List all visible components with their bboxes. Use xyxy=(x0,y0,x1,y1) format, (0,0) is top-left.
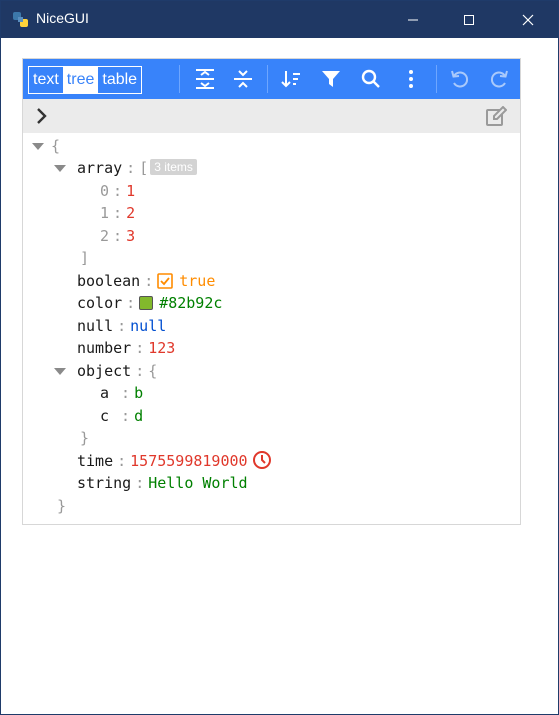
sort-button[interactable] xyxy=(279,67,303,91)
tree-row-object-entry[interactable]: a:b xyxy=(100,382,143,404)
tree-row-string[interactable]: string: Hello World xyxy=(77,472,248,494)
filter-button[interactable] xyxy=(319,67,343,91)
python-app-icon xyxy=(13,12,28,27)
mode-text-button[interactable]: text xyxy=(29,67,63,93)
array-close-bracket: ] xyxy=(80,249,90,267)
more-vertical-icon xyxy=(409,70,413,88)
tree-row-array-item[interactable]: 1:2 xyxy=(100,202,135,224)
color-swatch[interactable] xyxy=(139,296,154,310)
maximize-button[interactable] xyxy=(446,1,492,38)
tree-row-time[interactable]: time:1575599819000 xyxy=(77,450,272,472)
tree-row-array-item[interactable]: 0:1 xyxy=(100,180,135,202)
title-bar: NiceGUI xyxy=(1,1,558,38)
collapse-all-icon xyxy=(234,70,252,88)
items-count-badge: 3 items xyxy=(150,159,197,175)
collapse-all-button[interactable] xyxy=(231,67,255,91)
filter-icon xyxy=(322,71,340,87)
undo-icon xyxy=(451,70,468,88)
sort-icon xyxy=(281,71,300,88)
undo-button[interactable] xyxy=(448,67,472,91)
close-button[interactable] xyxy=(505,1,551,38)
redo-icon xyxy=(491,70,508,88)
mode-table-button[interactable]: table xyxy=(98,67,141,93)
checkbox-checked-icon[interactable] xyxy=(157,273,174,289)
more-options-button[interactable] xyxy=(399,67,423,91)
mode-tree-button[interactable]: tree xyxy=(62,67,99,93)
maximize-icon xyxy=(464,14,474,25)
object-close-brace: } xyxy=(80,429,90,447)
mode-switch: text tree table xyxy=(28,66,143,94)
chevron-right-icon[interactable] xyxy=(35,107,49,125)
window-title: NiceGUI xyxy=(36,10,89,26)
tree-row-array-item[interactable]: 2:3 xyxy=(100,225,135,247)
tree-row-boolean[interactable]: boolean: true xyxy=(77,270,215,292)
app-window: NiceGUI text tree table {array: [3 it… xyxy=(0,0,559,715)
editor-toolbar: text tree table xyxy=(23,59,520,99)
edit-icon[interactable] xyxy=(485,106,507,128)
tree-row-null[interactable]: null: null xyxy=(77,315,166,337)
toolbar-separator xyxy=(436,65,437,93)
navigation-bar xyxy=(23,99,520,133)
close-icon xyxy=(522,14,534,25)
toolbar-separator xyxy=(179,65,180,93)
expand-all-button[interactable] xyxy=(193,67,217,91)
tree-row-number[interactable]: number:123 xyxy=(77,337,175,359)
tree-row-array[interactable]: array:[3 items xyxy=(77,157,197,179)
clock-icon xyxy=(252,451,271,469)
redo-button[interactable] xyxy=(487,67,511,91)
collapse-array-icon[interactable] xyxy=(54,165,66,172)
root-open-brace: { xyxy=(51,137,61,155)
collapse-root-icon[interactable] xyxy=(32,143,44,150)
tree-row-object-entry[interactable]: c:d xyxy=(100,405,143,427)
minimize-icon xyxy=(408,19,418,20)
key-array[interactable]: array xyxy=(77,159,122,177)
search-button[interactable] xyxy=(359,67,383,91)
tree-row-object[interactable]: object:{ xyxy=(77,360,157,382)
tree-row-color[interactable]: color: #82b92c xyxy=(77,292,222,314)
minimize-button[interactable] xyxy=(390,1,436,38)
search-icon xyxy=(361,69,380,88)
toolbar-separator xyxy=(267,65,268,93)
root-close-brace: } xyxy=(57,497,67,515)
json-editor: text tree table {array: [3 items 0: … xyxy=(22,58,521,525)
expand-all-icon xyxy=(196,69,214,89)
collapse-object-icon[interactable] xyxy=(54,368,66,375)
